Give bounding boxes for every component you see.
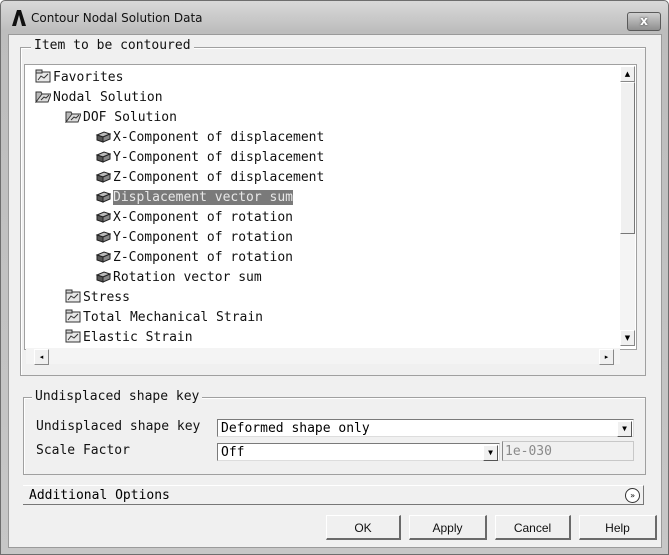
arrow-down-icon: ▼	[624, 334, 631, 342]
shape-group-legend: Undisplaced shape key	[32, 389, 203, 404]
folder-closed-icon	[65, 309, 81, 323]
folder-closed-icon	[65, 289, 81, 303]
additional-options-bar[interactable]: Additional Options »	[23, 485, 644, 505]
apply-button[interactable]: Apply	[409, 515, 487, 540]
item-group-legend: Item to be contoured	[31, 38, 194, 53]
scale-factor-number: 1e-030	[505, 444, 552, 459]
arrow-up-icon: ▲	[624, 70, 631, 78]
window-title: Contour Nodal Solution Data	[31, 11, 203, 25]
result-cube-icon	[95, 189, 112, 203]
tree-item[interactable]: Z-Component of rotation	[95, 248, 293, 267]
tree-item-label: Z-Component of rotation	[113, 250, 294, 265]
tree-item-label: Rotation vector sum	[113, 270, 262, 285]
arrow-right-icon: ▸	[604, 353, 609, 361]
tree-horizontal-scrollbar[interactable]: ◂ ▸	[26, 348, 620, 365]
folder-closed-icon	[35, 69, 51, 83]
tree-item-label: Total Mechanical Strain	[83, 310, 264, 325]
scroll-thumb[interactable]	[620, 82, 635, 234]
arrow-left-icon: ◂	[39, 353, 44, 361]
tree-item-label: Nodal Solution	[53, 90, 163, 105]
scale-factor-label: Scale Factor	[36, 443, 130, 458]
shape-key-select[interactable]: Deformed shape only ▼	[217, 419, 634, 437]
ok-button[interactable]: OK	[326, 515, 401, 540]
tree-item-label: Displacement vector sum	[113, 190, 294, 205]
scroll-left-button[interactable]: ◂	[34, 349, 49, 365]
chevron-down-icon[interactable]: ▼	[483, 445, 498, 461]
tree-item[interactable]: Z-Component of displacement	[95, 168, 324, 187]
tree-item-label: Elastic Strain	[83, 330, 193, 345]
scroll-right-button[interactable]: ▸	[599, 349, 614, 365]
tree-item-label: X-Component of rotation	[113, 210, 294, 225]
folder-closed-icon	[65, 329, 81, 343]
folder-open-icon	[65, 109, 82, 124]
additional-options-label: Additional Options	[29, 488, 170, 503]
close-button[interactable]: x	[627, 12, 661, 31]
shape-key-value: Deformed shape only	[221, 421, 370, 436]
tree-item-label: Stress	[83, 290, 130, 305]
tree-item[interactable]: Rotation vector sum	[95, 268, 262, 287]
cancel-button[interactable]: Cancel	[495, 515, 571, 540]
result-cube-icon	[95, 169, 112, 183]
scale-factor-select[interactable]: Off ▼	[217, 443, 500, 461]
chevron-down-icon[interactable]: ▼	[617, 421, 632, 437]
result-cube-icon	[95, 229, 112, 243]
tree-item[interactable]: DOF Solution	[65, 108, 177, 127]
result-tree[interactable]: Favorites Nodal Solution DOF Solution X-Com…	[24, 64, 637, 350]
tree-item[interactable]: Total Mechanical Strain	[65, 308, 263, 327]
tree-item[interactable]: Favorites	[35, 68, 123, 87]
scroll-up-button[interactable]: ▲	[620, 66, 635, 82]
shape-key-label: Undisplaced shape key	[36, 419, 201, 434]
result-cube-icon	[95, 249, 112, 263]
help-button[interactable]: Help	[579, 515, 657, 540]
expand-double-chevron-icon[interactable]: »	[625, 488, 640, 503]
tree-item-label: Favorites	[53, 70, 124, 85]
result-cube-icon	[95, 269, 112, 283]
tree-item-label: Y-Component of rotation	[113, 230, 294, 245]
tree-item[interactable]: Displacement vector sum	[95, 188, 294, 207]
tree-item[interactable]: Nodal Solution	[35, 88, 163, 107]
result-cube-icon	[95, 129, 112, 143]
tree-item[interactable]: Y-Component of displacement	[95, 148, 324, 167]
close-icon: x	[640, 14, 648, 28]
result-cube-icon	[95, 209, 112, 223]
folder-open-icon	[35, 89, 52, 104]
tree-item-label: Y-Component of displacement	[113, 150, 325, 165]
tree-item[interactable]: Y-Component of rotation	[95, 228, 293, 247]
scale-factor-input: 1e-030	[502, 441, 634, 461]
tree-item-label: X-Component of displacement	[113, 130, 325, 145]
scroll-down-button[interactable]: ▼	[620, 330, 635, 346]
tree-vertical-scrollbar[interactable]: ▲ ▼	[620, 66, 635, 346]
title-bar[interactable]: Contour Nodal Solution Data x	[1, 1, 668, 35]
tree-item[interactable]: X-Component of rotation	[95, 208, 293, 227]
tree-item-label: Z-Component of displacement	[113, 170, 325, 185]
tree-item[interactable]: Elastic Strain	[65, 328, 193, 347]
ansys-logo-icon	[12, 10, 26, 26]
tree-item-label: DOF Solution	[83, 110, 177, 125]
tree-item[interactable]: X-Component of displacement	[95, 128, 324, 147]
scale-factor-value: Off	[221, 445, 245, 460]
tree-item[interactable]: Stress	[65, 288, 130, 307]
result-cube-icon	[95, 149, 112, 163]
